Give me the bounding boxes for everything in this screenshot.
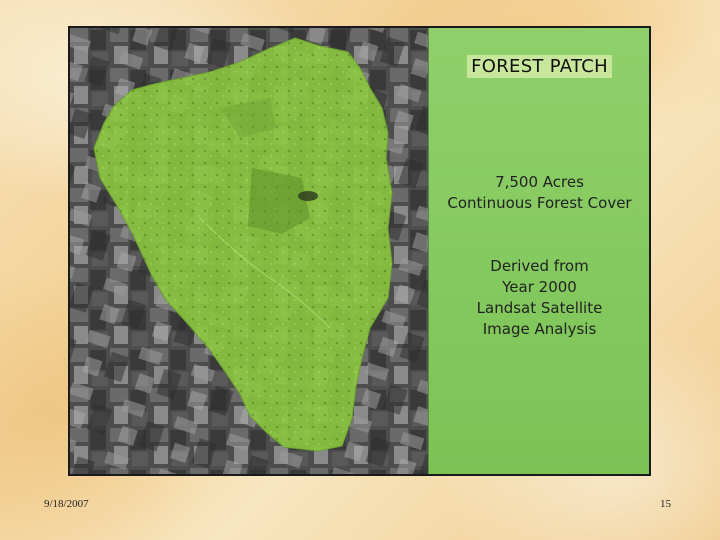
slide-date: 9/18/2007 <box>44 498 89 510</box>
panel-title: FOREST PATCH <box>429 55 649 78</box>
satellite-image-map <box>70 28 428 474</box>
acreage-info: 7,500 Acres Continuous Forest Cover <box>429 172 649 214</box>
acreage-line: 7,500 Acres <box>495 173 584 191</box>
forest-clearing <box>298 191 318 201</box>
panel-title-text: FOREST PATCH <box>467 55 612 78</box>
slide-page-number: 15 <box>660 498 671 510</box>
forest-patch-figure: FOREST PATCH 7,500 Acres Continuous Fore… <box>68 26 651 476</box>
source-info: Derived from Year 2000 Landsat Satellite… <box>429 256 649 340</box>
source-line-3: Landsat Satellite <box>476 299 603 317</box>
source-line-1: Derived from <box>490 257 589 275</box>
source-line-4: Image Analysis <box>482 320 597 338</box>
source-line-2: Year 2000 <box>502 278 577 296</box>
forest-cover-line: Continuous Forest Cover <box>447 194 632 212</box>
forest-info-panel: FOREST PATCH 7,500 Acres Continuous Fore… <box>428 28 649 474</box>
